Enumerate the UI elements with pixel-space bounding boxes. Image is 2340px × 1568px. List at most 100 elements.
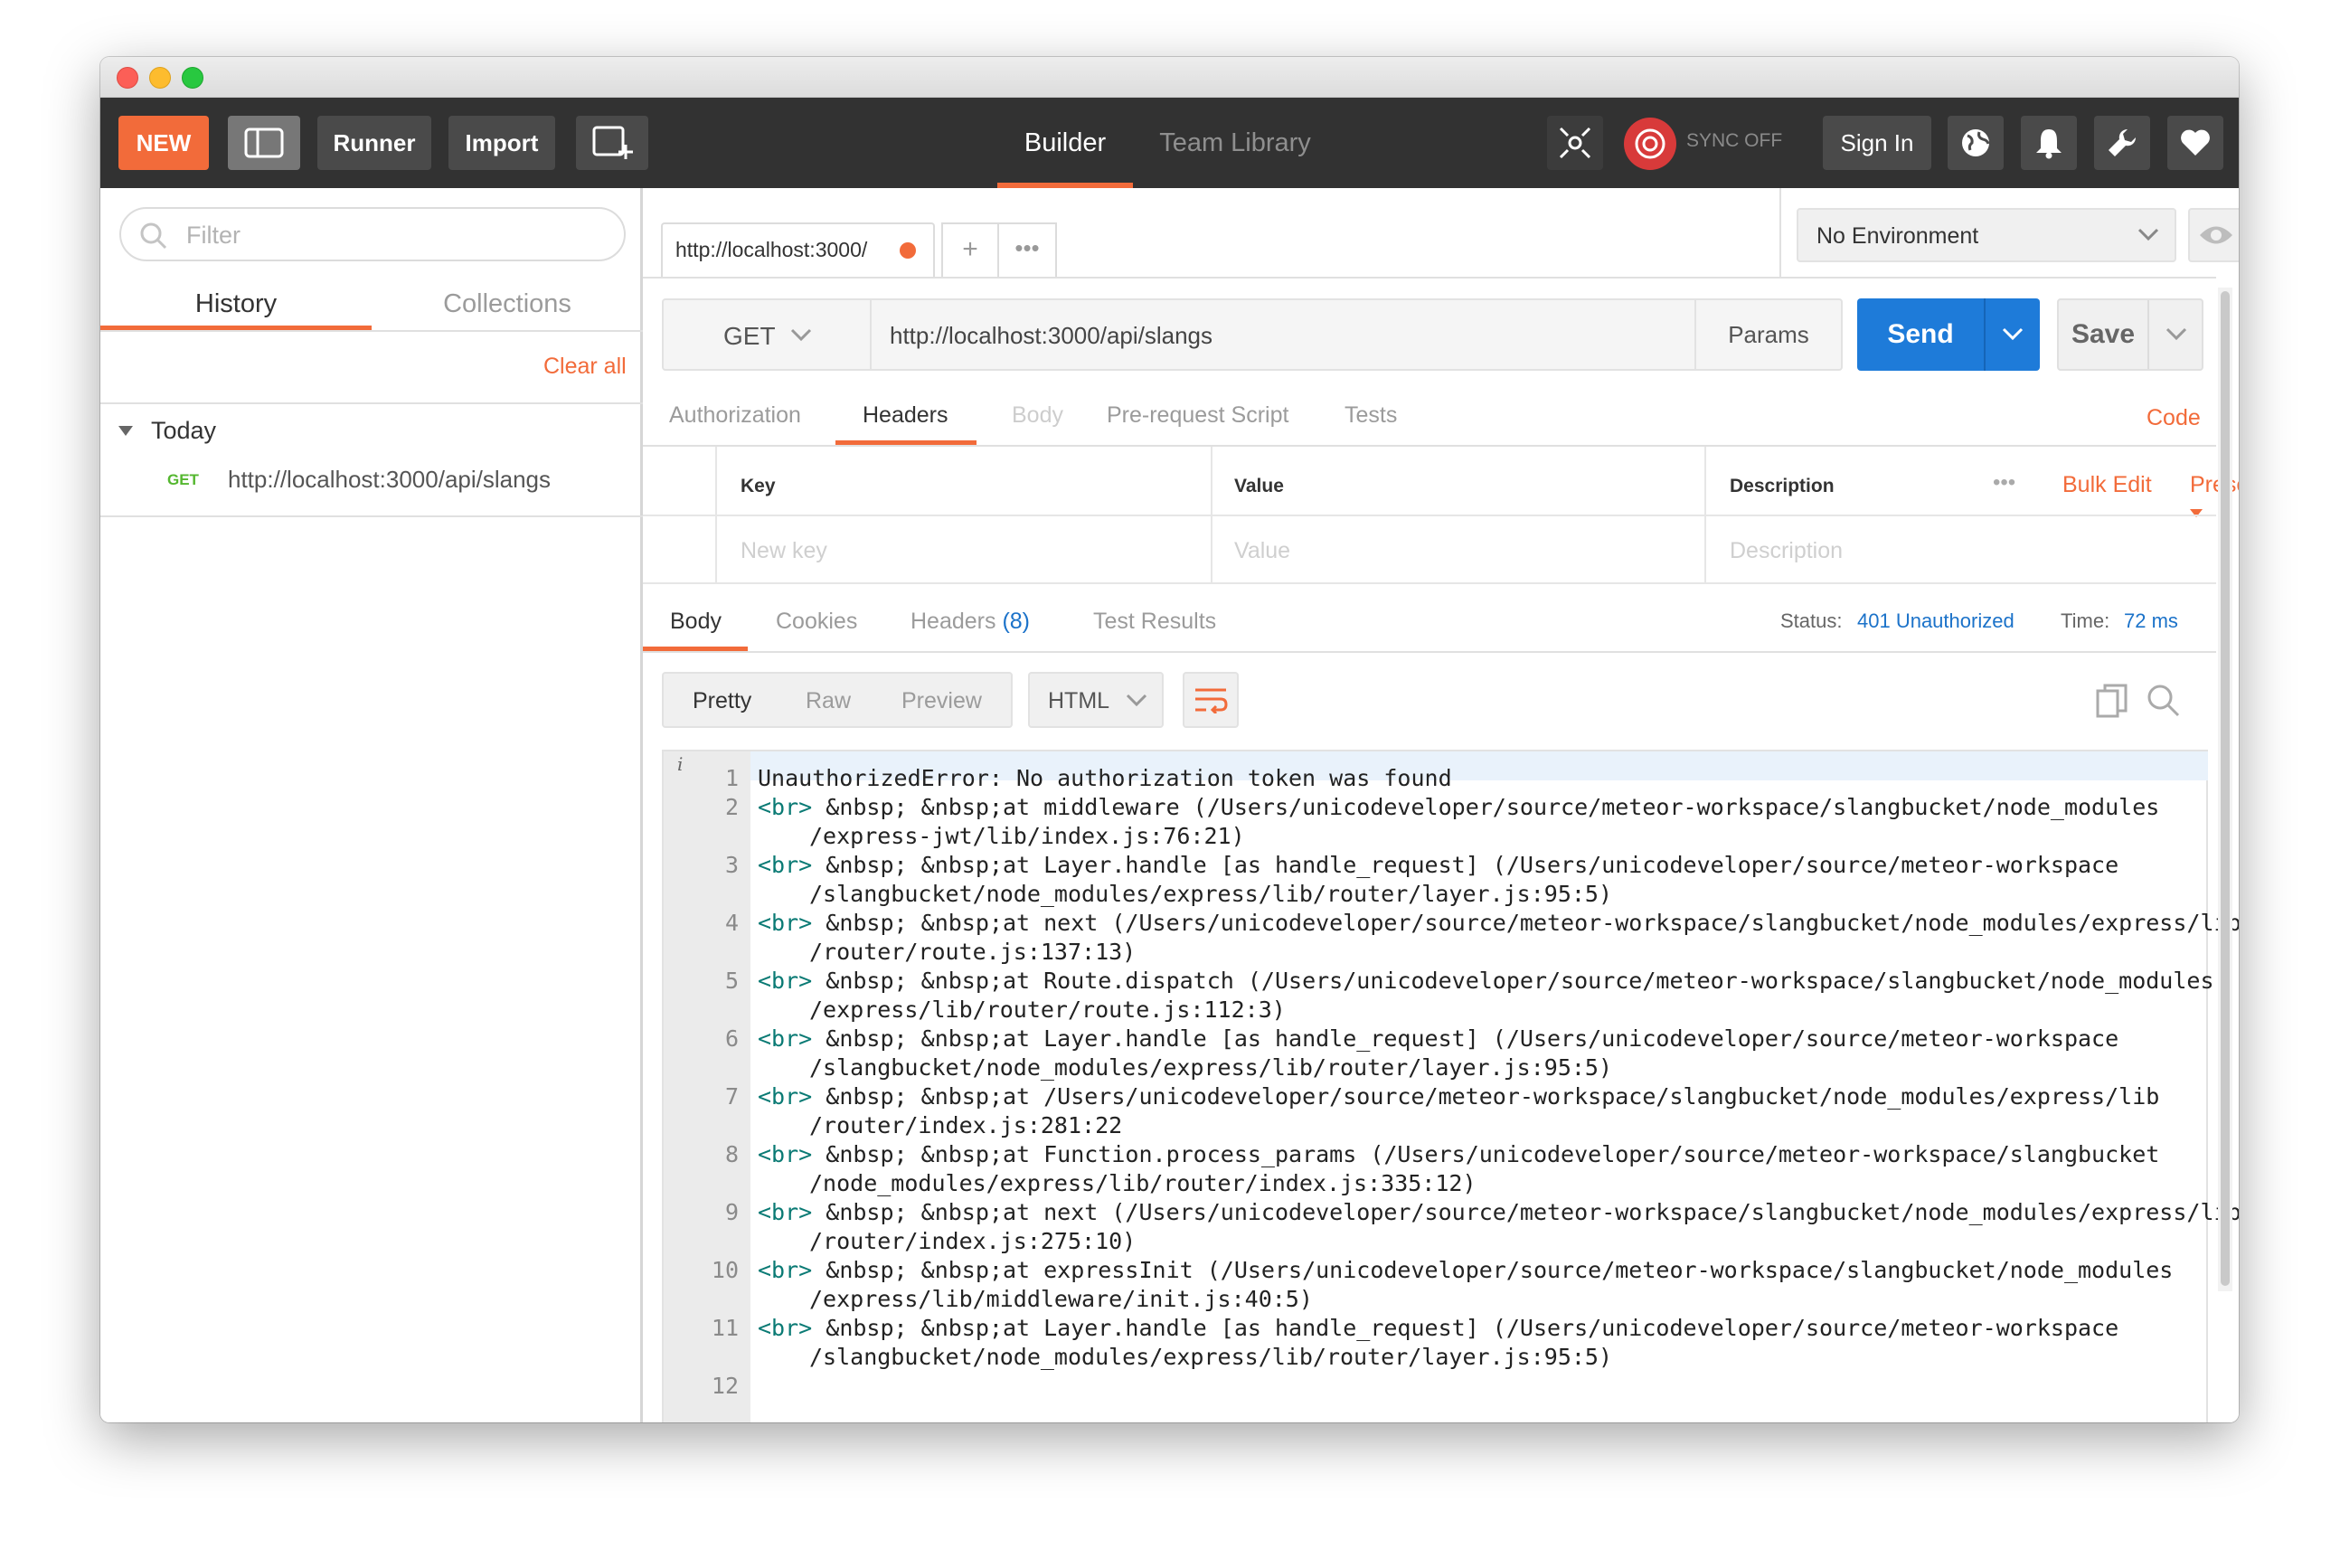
column-key: Key bbox=[741, 476, 776, 496]
filter-placeholder: Filter bbox=[186, 222, 241, 249]
code-text: &nbsp; &nbsp;at middleware (/Users/unico… bbox=[826, 794, 2160, 820]
tab-headers[interactable]: Headers bbox=[863, 402, 948, 429]
tab-collections[interactable]: Collections bbox=[372, 277, 643, 331]
tab-pre-request-script[interactable]: Pre-request Script bbox=[1107, 402, 1288, 429]
settings-button[interactable] bbox=[2094, 116, 2150, 170]
maximize-window-button[interactable] bbox=[182, 67, 203, 89]
sync-status-label: SYNC OFF bbox=[1686, 130, 1783, 151]
scrollbar-track[interactable] bbox=[2218, 288, 2232, 1291]
globe-button[interactable] bbox=[1948, 116, 2004, 170]
code-line: /slangbucket/node_modules/express/lib/ro… bbox=[809, 1343, 1612, 1372]
code-text: &nbsp; &nbsp;at expressInit (/Users/unic… bbox=[826, 1257, 2174, 1283]
params-button[interactable]: Params bbox=[1694, 300, 1841, 369]
toggle-sidebar-button[interactable] bbox=[228, 116, 300, 170]
more-tabs-button[interactable]: ••• bbox=[999, 222, 1057, 277]
code-line: /node_modules/express/lib/router/index.j… bbox=[809, 1169, 1477, 1198]
close-window-button[interactable] bbox=[117, 67, 138, 89]
tab-team-library[interactable]: Team Library bbox=[1149, 98, 1321, 188]
code-text: /express-jwt/lib/index.js:76:21) bbox=[809, 823, 1245, 849]
runner-button[interactable]: Runner bbox=[317, 116, 431, 170]
clear-all-link[interactable]: Clear all bbox=[543, 354, 627, 380]
url-value: http://localhost:3000/api/slangs bbox=[890, 322, 1213, 349]
view-mode-group: Pretty Raw Preview bbox=[662, 672, 1013, 728]
br-tag: <br> bbox=[758, 794, 813, 820]
code-text: /router/index.js:281:22 bbox=[809, 1112, 1123, 1138]
code-text: &nbsp; &nbsp;at next (/Users/unicodevelo… bbox=[826, 1199, 2239, 1225]
code-link[interactable]: Code bbox=[2147, 405, 2201, 431]
new-key-input[interactable]: New key bbox=[741, 538, 827, 564]
new-description-input[interactable]: Description bbox=[1730, 538, 1843, 564]
new-window-button[interactable] bbox=[576, 116, 648, 170]
code-text: /node_modules/express/lib/router/index.j… bbox=[809, 1170, 1477, 1196]
code-text: &nbsp; &nbsp;at Layer.handle [as handle_… bbox=[826, 1315, 2119, 1341]
url-bar: GET http://localhost:3000/api/slangs Par… bbox=[662, 298, 1843, 371]
response-tab-body[interactable]: Body bbox=[670, 609, 722, 635]
save-options-button[interactable] bbox=[2149, 300, 2203, 369]
view-pretty[interactable]: Pretty bbox=[693, 688, 751, 714]
environment-select[interactable]: No Environment bbox=[1797, 208, 2176, 262]
notifications-button[interactable] bbox=[2021, 116, 2077, 170]
add-tab-button[interactable]: + bbox=[941, 222, 999, 277]
view-raw[interactable]: Raw bbox=[806, 688, 851, 714]
code-line: <br> &nbsp; &nbsp;at /Users/unicodevelop… bbox=[758, 1082, 2159, 1111]
save-button-group: Save bbox=[2057, 298, 2203, 371]
environment-quick-look-button[interactable] bbox=[2188, 208, 2239, 262]
support-button[interactable] bbox=[2167, 116, 2223, 170]
history-group-today[interactable]: Today bbox=[151, 417, 216, 445]
response-tab-test-results[interactable]: Test Results bbox=[1093, 609, 1216, 635]
code-line: <br> &nbsp; &nbsp;at Layer.handle [as ha… bbox=[758, 1025, 2118, 1053]
response-tab-headers[interactable]: Headers (8) bbox=[911, 609, 1030, 635]
wrap-lines-button[interactable] bbox=[1183, 672, 1239, 728]
import-button[interactable]: Import bbox=[448, 116, 555, 170]
view-preview[interactable]: Preview bbox=[901, 688, 982, 714]
code-line: /router/index.js:275:10) bbox=[809, 1227, 1136, 1256]
save-button[interactable]: Save bbox=[2059, 300, 2147, 369]
collapse-arrow-icon[interactable] bbox=[118, 426, 133, 437]
request-tab[interactable]: http://localhost:3000/ bbox=[661, 222, 935, 279]
br-tag: <br> bbox=[758, 1315, 813, 1341]
code-text: &nbsp; &nbsp;at Route.dispatch (/Users/u… bbox=[826, 968, 2214, 994]
tab-history[interactable]: History bbox=[100, 277, 372, 331]
line-number: 6 bbox=[724, 1025, 739, 1052]
sign-in-button[interactable]: Sign In bbox=[1823, 116, 1931, 170]
new-value-input[interactable]: Value bbox=[1234, 538, 1290, 564]
filter-input[interactable]: Filter bbox=[119, 207, 626, 261]
new-button[interactable]: NEW bbox=[118, 116, 209, 170]
code-text: /slangbucket/node_modules/express/lib/ro… bbox=[809, 881, 1613, 907]
code-text: /slangbucket/node_modules/express/lib/ro… bbox=[809, 1344, 1613, 1370]
send-button[interactable]: Send bbox=[1857, 298, 1984, 371]
time-value[interactable]: 72 ms bbox=[2124, 609, 2178, 633]
br-tag: <br> bbox=[758, 1141, 813, 1167]
column-description: Description bbox=[1730, 476, 1835, 496]
format-select[interactable]: HTML bbox=[1028, 672, 1164, 728]
request-tab-url: http://localhost:3000/ bbox=[675, 238, 868, 261]
chevron-down-icon bbox=[2137, 228, 2159, 241]
code-text: &nbsp; &nbsp;at next (/Users/unicodevelo… bbox=[826, 910, 2239, 936]
tab-body[interactable]: Body bbox=[1012, 402, 1063, 429]
search-icon[interactable] bbox=[2147, 684, 2181, 718]
line-number: 2 bbox=[724, 794, 739, 820]
format-value: HTML bbox=[1048, 688, 1110, 713]
code-line: /slangbucket/node_modules/express/lib/ro… bbox=[809, 1053, 1612, 1082]
response-tab-cookies[interactable]: Cookies bbox=[776, 609, 857, 635]
line-number: 3 bbox=[724, 852, 739, 878]
copy-icon[interactable] bbox=[2096, 684, 2128, 718]
tab-authorization[interactable]: Authorization bbox=[669, 402, 801, 429]
title-bar bbox=[100, 57, 2239, 98]
tab-builder[interactable]: Builder bbox=[997, 98, 1133, 188]
bulk-edit-link[interactable]: Bulk Edit bbox=[2062, 472, 2152, 498]
send-options-button[interactable] bbox=[1986, 298, 2040, 371]
interceptor-button[interactable] bbox=[1547, 116, 1603, 170]
code-line: /slangbucket/node_modules/express/lib/ro… bbox=[809, 880, 1612, 909]
url-input[interactable]: http://localhost:3000/api/slangs bbox=[872, 300, 1694, 369]
status-value[interactable]: 401 Unauthorized bbox=[1857, 609, 2014, 633]
eye-icon bbox=[2200, 226, 2232, 244]
method-select[interactable]: GET bbox=[664, 300, 872, 369]
more-options-icon[interactable]: ••• bbox=[1993, 470, 2015, 496]
chevron-down-icon bbox=[2002, 327, 2024, 341]
tab-tests[interactable]: Tests bbox=[1345, 402, 1397, 429]
scrollbar-thumb[interactable] bbox=[2221, 291, 2230, 1286]
minimize-window-button[interactable] bbox=[149, 67, 171, 89]
history-item[interactable]: GET http://localhost:3000/api/slangs bbox=[100, 455, 643, 509]
sync-button[interactable] bbox=[1624, 118, 1676, 170]
